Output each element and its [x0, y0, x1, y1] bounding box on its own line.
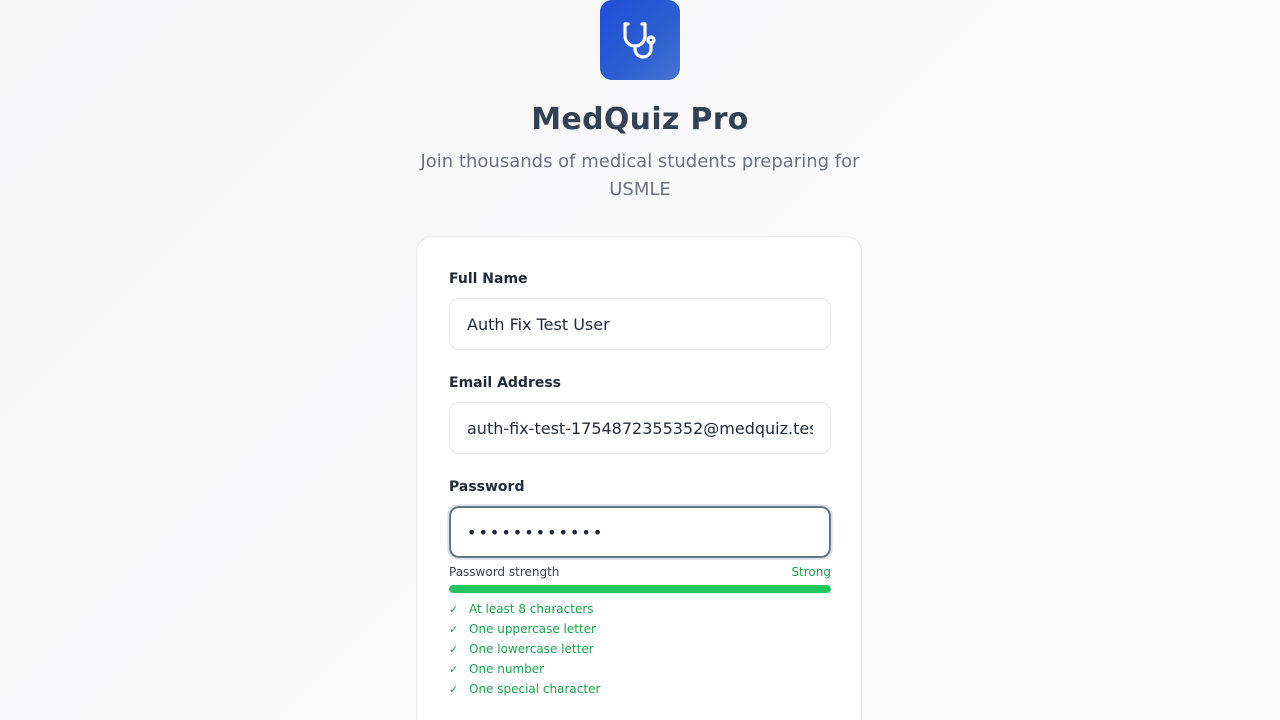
password-strength-fill — [449, 585, 831, 593]
signup-card: Full Name Email Address Password Passwor… — [416, 236, 862, 720]
check-icon: ✓ — [449, 622, 459, 636]
password-requirement-text: One uppercase letter — [469, 622, 596, 636]
password-strength-label: Password strength — [449, 565, 560, 579]
app-title: MedQuiz Pro — [531, 102, 749, 137]
email-input[interactable] — [449, 402, 831, 454]
password-requirement-item: ✓ One special character — [449, 679, 600, 699]
full-name-label: Full Name — [449, 271, 528, 287]
stethoscope-icon — [623, 22, 656, 59]
password-strength-row: Password strength Strong — [449, 565, 831, 579]
password-requirement-item: ✓ One uppercase letter — [449, 619, 600, 639]
check-icon: ✓ — [449, 662, 459, 676]
password-requirement-item: ✓ At least 8 characters — [449, 599, 600, 619]
check-icon: ✓ — [449, 682, 459, 696]
app-logo — [600, 0, 680, 80]
password-strength-value: Strong — [791, 565, 831, 579]
password-requirement-item: ✓ One number — [449, 659, 600, 679]
password-requirement-text: One number — [469, 662, 545, 676]
password-requirements: ✓ At least 8 characters ✓ One uppercase let… — [449, 599, 600, 699]
email-label: Email Address — [449, 375, 562, 391]
check-icon: ✓ — [449, 602, 459, 616]
check-icon: ✓ — [449, 642, 459, 656]
password-label: Password — [449, 479, 525, 495]
app-subtitle: Join thousands of medical students prepa… — [420, 151, 860, 200]
password-requirement-text: One special character — [469, 682, 601, 696]
password-requirement-text: At least 8 characters — [469, 602, 594, 616]
password-strength-bar — [449, 585, 831, 593]
full-name-input[interactable] — [449, 298, 831, 350]
password-requirement-item: ✓ One lowercase letter — [449, 639, 600, 659]
password-requirement-text: One lowercase letter — [469, 642, 594, 656]
password-input[interactable] — [449, 506, 831, 558]
